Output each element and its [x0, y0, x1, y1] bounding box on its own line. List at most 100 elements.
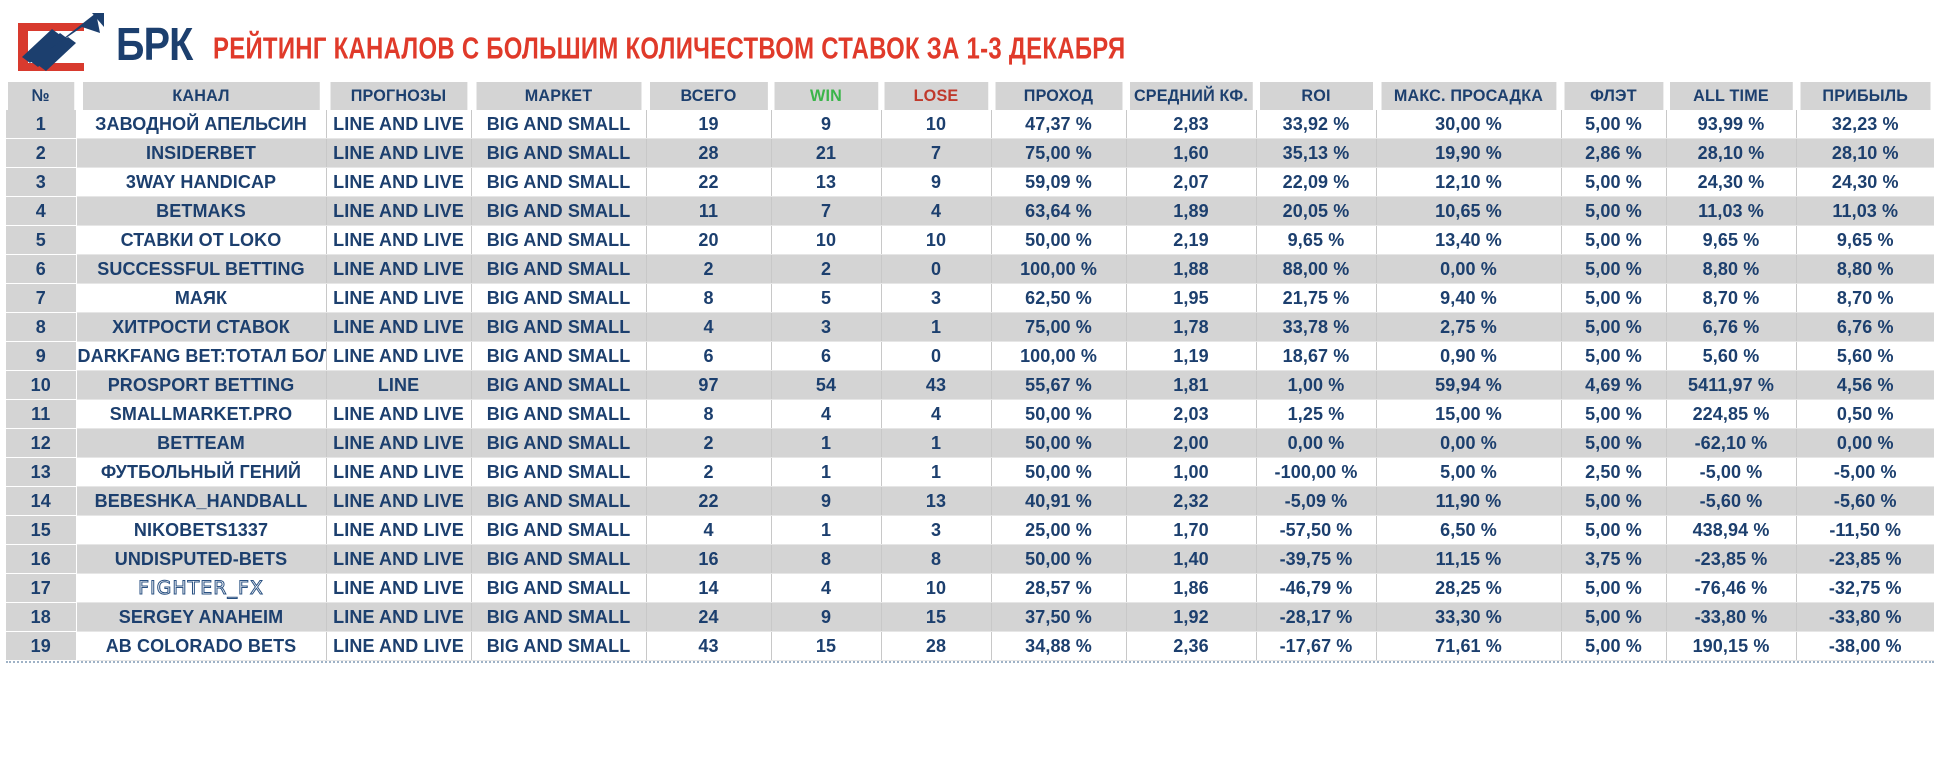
table-row[interactable]: 3 3WAY HANDICAP LINE AND LIVE BIG AND SMALL… [6, 167, 1934, 197]
cell-roi: 33,78 % [1256, 312, 1377, 342]
cell-roi: 18,67 % [1256, 341, 1377, 371]
table-row[interactable]: 9DARKFANG BET:ТОТАЛ БОЛЬШЕLINE AND LIVEB… [6, 341, 1934, 371]
cell-market: BIG AND SMALL [471, 370, 647, 400]
col-header-avg-odds[interactable]: СРЕДНИЙ КФ. [1129, 82, 1254, 110]
cell-pass: 50,00 % [991, 457, 1127, 487]
cell-pass: 62,50 % [991, 283, 1127, 313]
cell-avg-odds: 1,92 [1126, 602, 1257, 632]
col-header-all-time[interactable]: ALL TIME [1669, 82, 1794, 110]
cell-win: 15 [771, 631, 882, 661]
cell-market: BIG AND SMALL [471, 312, 647, 342]
cell-roi: 1,25 % [1256, 399, 1377, 429]
cell-flat: 2,50 % [1561, 457, 1667, 487]
table-row[interactable]: 15 NIKOBETS1337 LINE AND LIVE BIG AND SMALL… [6, 515, 1934, 545]
cell-roi: -39,75 % [1256, 544, 1377, 574]
table-row[interactable]: 6 SUCCESSFUL BETTING LINE AND LIVE BIG AND … [6, 254, 1934, 284]
cell-avg-odds: 1,70 [1126, 515, 1257, 545]
cell-num: 16 [6, 544, 77, 574]
cell-roi: -17,67 % [1256, 631, 1377, 661]
cell-flat: 5,00 % [1561, 312, 1667, 342]
cell-flat: 5,00 % [1561, 196, 1667, 226]
cell-all-time: 224,85 % [1666, 399, 1797, 429]
cell-lose: 10 [881, 573, 992, 603]
cell-market: BIG AND SMALL [471, 515, 647, 545]
cell-win: 3 [771, 312, 882, 342]
cell-max-drawdown: 13,40 % [1376, 225, 1562, 255]
cell-num: 2 [6, 138, 77, 168]
table-row[interactable]: 8 ХИТРОСТИ СТАВОК LINE AND LIVE BIG AND SMA… [6, 312, 1934, 342]
cell-lose: 15 [881, 602, 992, 632]
table-row[interactable]: 14 BEBESHKA_HANDBALL LINE AND LIVE BIG AND … [6, 486, 1934, 516]
table-row[interactable]: 19 AB COLORADO BETS LINE AND LIVE BIG AND S… [6, 631, 1934, 661]
cell-pass: 59,09 % [991, 167, 1127, 197]
col-header-channel[interactable]: КАНАЛ [82, 82, 321, 110]
cell-flat: 5,00 % [1561, 283, 1667, 313]
cell-win: 9 [771, 110, 882, 139]
cell-flat: 5,00 % [1561, 428, 1667, 458]
cell-all-time: 9,65 % [1666, 225, 1797, 255]
col-header-pass[interactable]: ПРОХОД [994, 82, 1124, 110]
cell-channel: SMALLMARKET.PRO [76, 399, 327, 429]
cell-profit: -32,75 % [1796, 573, 1934, 603]
cell-profit: 5,60 % [1796, 341, 1934, 371]
table-row[interactable]: 13 ФУТБОЛЬНЫЙ ГЕНИЙ LINE AND LIVE BIG AND S… [6, 457, 1934, 487]
cell-pass: 47,37 % [991, 110, 1127, 139]
cell-market: BIG AND SMALL [471, 110, 647, 139]
cell-max-drawdown: 11,90 % [1376, 486, 1562, 516]
col-header-max-drawdown[interactable]: МАКС. ПРОСАДКА [1380, 82, 1557, 110]
cell-profit: 8,70 % [1796, 283, 1934, 313]
cell-avg-odds: 2,03 [1126, 399, 1257, 429]
table-row[interactable]: 17 FIGHTER_FX LINE AND LIVE BIG AND SMALL 14… [6, 573, 1934, 603]
cell-roi: 20,05 % [1256, 196, 1377, 226]
col-header-win[interactable]: WIN [773, 82, 879, 110]
table-row[interactable]: 1 ЗАВОДНОЙ АПЕЛЬСИН LINE AND LIVE BIG AND S… [6, 110, 1934, 139]
col-header-profit[interactable]: ПРИБЫЛЬ [1799, 82, 1931, 110]
cell-pass: 34,88 % [991, 631, 1127, 661]
cell-roi: -28,17 % [1256, 602, 1377, 632]
cell-total: 16 [646, 544, 772, 574]
cell-profit: -33,80 % [1796, 602, 1934, 632]
cell-avg-odds: 2,32 [1126, 486, 1257, 516]
table-row[interactable]: 16 UNDISPUTED-BETS LINE AND LIVE BIG AND SM… [6, 544, 1934, 574]
col-header-lose[interactable]: LOSE [883, 82, 989, 110]
table-row[interactable]: 5 СТАВКИ ОТ LOKO LINE AND LIVE BIG AND SMAL… [6, 225, 1934, 255]
table-row[interactable]: 2 INSIDERBET LINE AND LIVE BIG AND SMALL 28 2… [6, 138, 1934, 168]
cell-forecasts: LINE AND LIVE [326, 631, 472, 661]
cell-profit: 0,00 % [1796, 428, 1934, 458]
table-row[interactable]: 11 SMALLMARKET.PRO LINE AND LIVE BIG AND SM… [6, 399, 1934, 429]
cell-lose: 28 [881, 631, 992, 661]
cell-pass: 50,00 % [991, 399, 1127, 429]
table-body: 1 ЗАВОДНОЙ АПЕЛЬСИН LINE AND LIVE BIG AND S… [6, 110, 1934, 661]
cell-all-time: -23,85 % [1666, 544, 1797, 574]
cell-lose: 8 [881, 544, 992, 574]
cell-roi: 9,65 % [1256, 225, 1377, 255]
cell-flat: 3,75 % [1561, 544, 1667, 574]
table-row[interactable]: 18 SERGEY ANAHEIM LINE AND LIVE BIG AND SMA… [6, 602, 1934, 632]
cell-profit: -23,85 % [1796, 544, 1934, 574]
cell-flat: 5,00 % [1561, 110, 1667, 139]
table-row[interactable]: 12 BETTEAM LINE AND LIVE BIG AND SMALL 2 1 1 50… [6, 428, 1934, 458]
page-header: БРК РЕЙТИНГ КАНАЛОВ С БОЛЬШИМ КОЛИЧЕСТВО… [0, 0, 1940, 82]
cell-all-time: 11,03 % [1666, 196, 1797, 226]
cell-channel: МАЯК [76, 283, 327, 313]
cell-forecasts: LINE AND LIVE [326, 110, 472, 139]
col-header-num[interactable]: № [7, 82, 75, 110]
cell-market: BIG AND SMALL [471, 573, 647, 603]
cell-win: 4 [771, 573, 882, 603]
cell-total: 8 [646, 399, 772, 429]
cell-total: 8 [646, 283, 772, 313]
col-header-forecasts[interactable]: ПРОГНОЗЫ [329, 82, 468, 110]
cell-all-time: -5,60 % [1666, 486, 1797, 516]
cell-market: BIG AND SMALL [471, 196, 647, 226]
col-header-market[interactable]: МАРКЕТ [475, 82, 643, 110]
table-row[interactable]: 10 PROSPORT BETTING LINE BIG AND SMALL 97 54 4… [6, 370, 1934, 400]
col-header-total[interactable]: ВСЕГО [649, 82, 769, 110]
table-row[interactable]: 7 МАЯК LINE AND LIVE BIG AND SMALL 8 5 3 62,50 … [6, 283, 1934, 313]
cell-num: 13 [6, 457, 77, 487]
table-row[interactable]: 4 BETMAKS LINE AND LIVE BIG AND SMALL 11 7 4 63… [6, 196, 1934, 226]
col-header-roi[interactable]: ROI [1259, 82, 1374, 110]
col-header-flat[interactable]: ФЛЭТ [1563, 82, 1664, 110]
cell-all-time: 8,80 % [1666, 254, 1797, 284]
cell-max-drawdown: 9,40 % [1376, 283, 1562, 313]
cell-market: BIG AND SMALL [471, 428, 647, 458]
